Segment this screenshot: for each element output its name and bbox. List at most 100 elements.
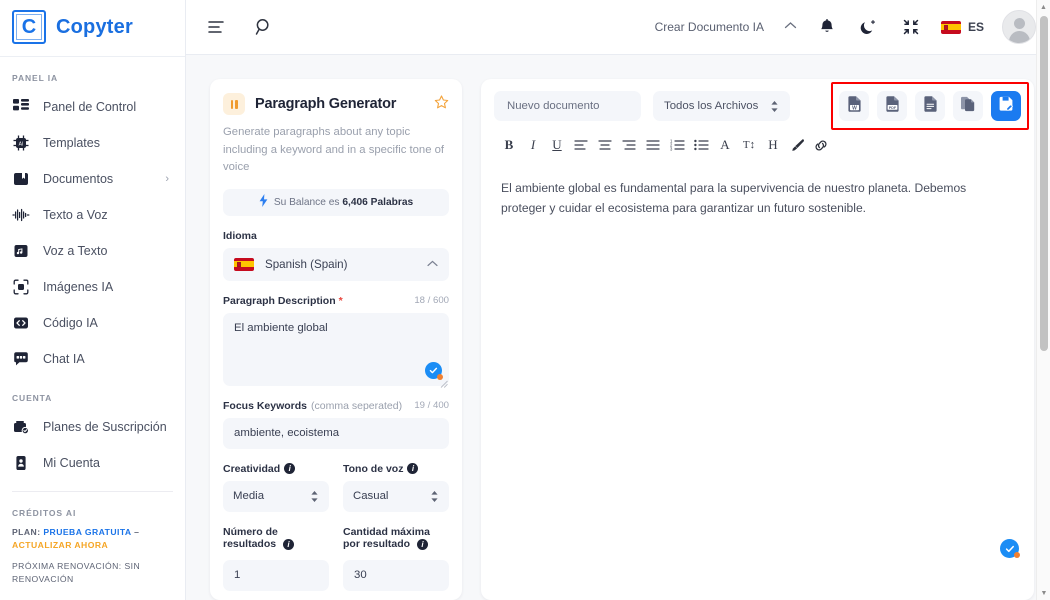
code-icon (12, 314, 30, 332)
align-justify-button[interactable] (641, 134, 665, 156)
editor-content[interactable]: El ambiente global es fundamental para l… (494, 179, 1021, 219)
waveform-icon (12, 206, 30, 224)
balance-text: Su Balance es 6,406 Palabras (274, 197, 413, 208)
results-field-label: Número de resultados i (223, 526, 329, 554)
file-filter-value: Todos los Archivos (664, 100, 759, 112)
sidebar-item-codigo-ia[interactable]: Código IA (0, 305, 185, 341)
svg-text:AI: AI (19, 141, 24, 147)
max-amount-input[interactable]: 30 (343, 559, 449, 591)
chevron-up-icon[interactable] (784, 21, 797, 33)
grammar-check-badge[interactable] (425, 361, 448, 388)
info-icon[interactable]: i (284, 463, 296, 474)
sidebar-item-label: Documentos (43, 172, 114, 186)
creativity-select[interactable]: Media (223, 480, 329, 512)
scrollbar-thumb[interactable] (1040, 16, 1048, 351)
chevron-updown-icon (770, 100, 779, 113)
paragraph-description-input[interactable]: El ambiente global (223, 312, 449, 388)
editor-paragraph: El ambiente global es fundamental para l… (501, 181, 967, 215)
language-selector[interactable]: ES (940, 20, 984, 34)
link-button[interactable] (809, 134, 833, 156)
scroll-down-arrow[interactable]: ▼ (1037, 586, 1050, 600)
sidebar-group-credits-label: CRÉDITOS AI (12, 508, 77, 518)
chevron-up-icon (427, 259, 438, 270)
info-icon[interactable]: i (417, 539, 429, 550)
info-icon[interactable]: i (407, 463, 419, 474)
resize-handle-icon[interactable] (439, 375, 448, 388)
topbar-right: Crear Documento IA ES (655, 10, 1036, 44)
chip-ai-icon: AI (12, 134, 30, 152)
chevron-updown-icon (430, 490, 439, 503)
sidebar-item-label: Código IA (43, 316, 98, 330)
paragraph-label-text: Paragraph Description (223, 294, 336, 307)
audio-file-icon (12, 242, 30, 260)
plan-status-line: PLAN: PRUEBA GRATUITA – ACTUALIZAR AHORA (0, 524, 185, 552)
export-text-button[interactable] (915, 91, 945, 121)
favorite-star-icon[interactable] (434, 95, 449, 113)
copy-document-button[interactable] (953, 91, 983, 121)
app-root: C Copyter PANEL IA Panel de Control AI T… (0, 0, 1050, 600)
balance-value: 6,406 Palabras (342, 196, 414, 208)
font-color-button[interactable]: A (713, 134, 737, 156)
fullscreen-icon[interactable] (899, 15, 923, 39)
brand-logo[interactable]: C Copyter (0, 0, 185, 54)
bold-button[interactable]: B (497, 134, 521, 156)
sidebar-item-mi-cuenta[interactable]: Mi Cuenta (0, 445, 185, 481)
results-count-input[interactable]: 1 (223, 559, 329, 591)
scroll-up-arrow[interactable]: ▲ (1037, 0, 1050, 14)
ordered-list-button[interactable]: 123 (665, 134, 689, 156)
keywords-hint: (comma seperated) (311, 399, 403, 412)
export-pdf-button[interactable]: PDF (877, 91, 907, 121)
avatar[interactable] (1002, 10, 1036, 44)
language-select[interactable]: Spanish (Spain) (223, 247, 449, 281)
sidebar-item-documentos[interactable]: Documentos › (0, 161, 185, 197)
tone-select[interactable]: Casual (343, 480, 449, 512)
creativity-tone-row: Creatividad i Media Tono de voz i Casual (223, 449, 449, 512)
create-document-link[interactable]: Crear Documento IA (655, 20, 764, 34)
search-icon[interactable] (252, 15, 276, 39)
menu-icon[interactable] (204, 15, 228, 39)
dark-mode-icon[interactable] (857, 15, 881, 39)
page-scrollbar[interactable]: ▲ ▼ (1036, 0, 1050, 600)
formatting-toolbar: B I U 123 A T↕ H (494, 134, 1021, 156)
export-word-button[interactable]: W (839, 91, 869, 121)
main-area: Crear Documento IA ES Paragraph Generato… (186, 0, 1050, 600)
focus-keywords-input[interactable]: ambiente, ecoistema (223, 417, 449, 449)
align-center-button[interactable] (593, 134, 617, 156)
editor-card: Nuevo documento Todos los Archivos W PDF… (481, 79, 1034, 600)
editor-grammar-badge[interactable] (1000, 539, 1020, 558)
info-icon[interactable]: i (283, 539, 295, 550)
results-count-value: 1 (234, 569, 241, 581)
bell-icon[interactable] (815, 15, 839, 39)
sidebar-item-texto-a-voz[interactable]: Texto a Voz (0, 197, 185, 233)
underline-button[interactable]: U (545, 134, 569, 156)
document-name-input[interactable]: Nuevo documento (494, 91, 641, 121)
align-right-button[interactable] (617, 134, 641, 156)
paragraph-description-value: El ambiente global (234, 321, 328, 334)
svg-text:PDF: PDF (888, 105, 896, 109)
font-size-button[interactable]: T↕ (737, 134, 761, 156)
sidebar-item-chat-ia[interactable]: Chat IA (0, 341, 185, 377)
align-left-button[interactable] (569, 134, 593, 156)
brand-mark-icon: C (12, 10, 46, 44)
save-document-button[interactable] (991, 91, 1021, 121)
language-code: ES (967, 20, 984, 34)
unordered-list-button[interactable] (689, 134, 713, 156)
sidebar-item-imagenes-ia[interactable]: Imágenes IA (0, 269, 185, 305)
sidebar-item-voz-a-texto[interactable]: Voz a Texto (0, 233, 185, 269)
template-description: Generate paragraphs about any topic incl… (223, 126, 445, 173)
file-filter-select[interactable]: Todos los Archivos (653, 91, 790, 121)
focus-keywords-value: ambiente, ecoistema (234, 427, 340, 439)
sidebar-item-templates[interactable]: AI Templates (0, 125, 185, 161)
heading-button[interactable]: H (761, 134, 785, 156)
italic-button[interactable]: I (521, 134, 545, 156)
paragraph-counter: 18 / 600 (414, 295, 449, 306)
sidebar-item-label: Templates (43, 136, 100, 150)
image-ai-icon (12, 278, 30, 296)
sidebar-item-panel-de-control[interactable]: Panel de Control (0, 89, 185, 125)
plan-upgrade-link[interactable]: ACTUALIZAR AHORA (12, 540, 108, 550)
svg-text:W: W (852, 105, 857, 111)
save-document-icon (998, 96, 1014, 117)
sidebar-item-label: Panel de Control (43, 100, 137, 114)
brush-button[interactable] (785, 134, 809, 156)
sidebar-item-planes-de-suscripcion[interactable]: Planes de Suscripción (0, 409, 185, 445)
